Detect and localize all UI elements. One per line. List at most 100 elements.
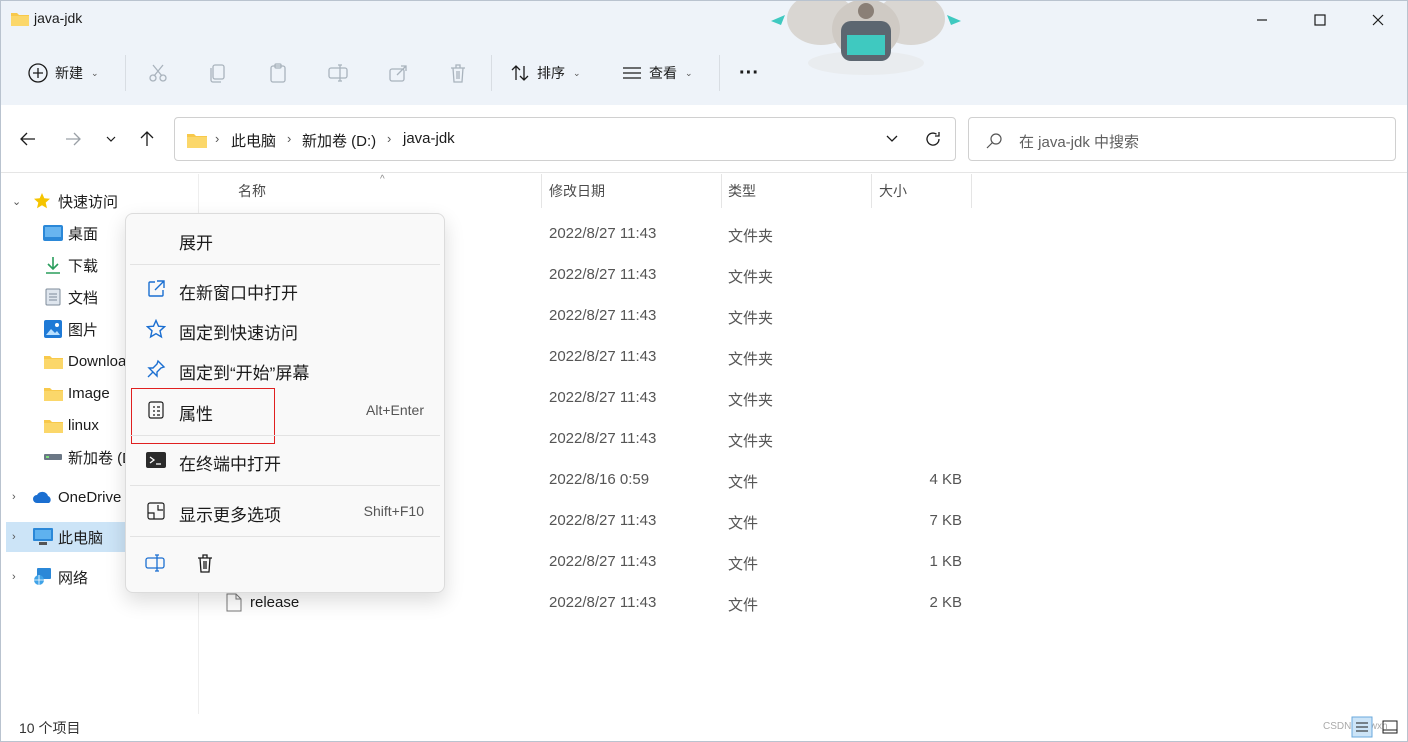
cell-type: 文件夹 bbox=[728, 351, 774, 368]
terminal-icon bbox=[146, 450, 166, 475]
maximize-button[interactable] bbox=[1291, 1, 1349, 39]
item-count: 10 个项目 bbox=[19, 720, 81, 736]
network-icon bbox=[33, 568, 53, 586]
computer-icon bbox=[33, 528, 53, 546]
tiles-view-icon bbox=[1382, 720, 1398, 734]
breadcrumb-java-jdk[interactable]: java-jdk bbox=[403, 130, 455, 147]
refresh-icon bbox=[926, 132, 940, 146]
forward-button[interactable] bbox=[61, 127, 85, 151]
more-label: ··· bbox=[739, 61, 759, 84]
breadcrumb-drive-d[interactable]: 新加卷 (D:) bbox=[302, 130, 376, 151]
sort-up-icon: ^ bbox=[380, 174, 385, 185]
sort-icon bbox=[509, 62, 531, 84]
details-view-icon bbox=[1351, 716, 1373, 738]
folder-icon bbox=[187, 132, 207, 151]
delete-button[interactable] bbox=[447, 49, 469, 97]
rename-icon bbox=[327, 62, 349, 84]
menu-item-pin-start[interactable]: 固定到“开始”屏幕 bbox=[130, 350, 440, 388]
cell-modified: 2022/8/27 11:43 bbox=[549, 225, 657, 242]
column-divider[interactable] bbox=[871, 174, 872, 208]
folder-icon bbox=[44, 386, 63, 401]
recent-locations-button[interactable] bbox=[99, 127, 123, 151]
column-header-name[interactable]: 名称 bbox=[238, 174, 266, 208]
top-bar: java-jdk 新建 ⌄ 排序 ⌄ 查看 ⌄ ··· bbox=[1, 1, 1407, 105]
cell-type: 文件 bbox=[728, 597, 759, 614]
sort-label: 排序 bbox=[537, 65, 565, 81]
pin-icon bbox=[146, 359, 166, 384]
chevron-down-icon: ⌄ bbox=[685, 67, 693, 78]
folder-icon bbox=[11, 11, 29, 26]
column-divider[interactable] bbox=[541, 174, 542, 208]
chevron-right-icon[interactable]: › bbox=[12, 571, 16, 583]
context-menu: 展开 在新窗口中打开 固定到快速访问 固定到“开始”屏幕 属性 Alt+Ente… bbox=[125, 213, 445, 593]
address-bar[interactable]: › 此电脑 › 新加卷 (D:) › java-jdk bbox=[174, 117, 956, 161]
new-button[interactable]: 新建 ⌄ bbox=[27, 49, 99, 97]
menu-separator bbox=[130, 264, 440, 265]
back-button[interactable] bbox=[16, 127, 40, 151]
star-outline-icon bbox=[145, 318, 167, 344]
cell-modified: 2022/8/27 11:43 bbox=[549, 553, 657, 570]
paste-button[interactable] bbox=[267, 49, 289, 97]
search-box[interactable]: 在 java-jdk 中搜索 bbox=[968, 117, 1396, 161]
column-header-size[interactable]: 大小 bbox=[879, 174, 907, 208]
more-options-shortcut: Shift+F10 bbox=[363, 503, 424, 519]
more-options-button[interactable]: ··· bbox=[739, 49, 759, 97]
refresh-button[interactable] bbox=[923, 129, 943, 152]
cell-modified: 2022/8/27 11:43 bbox=[549, 430, 657, 447]
view-button[interactable]: 查看 ⌄ bbox=[621, 49, 693, 97]
address-dropdown-button[interactable] bbox=[885, 131, 899, 148]
chevron-right-icon: › bbox=[215, 131, 220, 146]
menu-item-open-terminal[interactable]: 在终端中打开 bbox=[130, 441, 440, 479]
menu-item-expand[interactable]: 展开 bbox=[130, 220, 440, 258]
column-divider[interactable] bbox=[721, 174, 722, 208]
chevron-down-icon[interactable]: ⌄ bbox=[12, 195, 21, 208]
chevron-right-icon[interactable]: › bbox=[12, 491, 16, 503]
command-bar: 新建 ⌄ 排序 ⌄ 查看 ⌄ ··· bbox=[1, 49, 1407, 97]
sort-button[interactable]: 排序 ⌄ bbox=[509, 49, 581, 97]
close-button[interactable] bbox=[1349, 1, 1407, 39]
cell-modified: 2022/8/27 11:43 bbox=[549, 266, 657, 283]
details-view-button[interactable] bbox=[1351, 716, 1373, 738]
breadcrumb-this-pc[interactable]: 此电脑 bbox=[231, 130, 276, 151]
column-header-modified[interactable]: 修改日期 bbox=[549, 174, 605, 208]
column-header-type[interactable]: 类型 bbox=[728, 174, 756, 208]
column-divider[interactable] bbox=[971, 174, 972, 208]
delete-menu-button[interactable] bbox=[194, 552, 216, 577]
minimize-button[interactable] bbox=[1233, 1, 1291, 39]
title-bar: java-jdk bbox=[1, 1, 1407, 75]
sidebar-item-quick-access[interactable]: ⌄ 快速访问 bbox=[1, 186, 199, 216]
cell-type: 文件夹 bbox=[728, 392, 774, 409]
cloud-icon bbox=[32, 490, 54, 504]
tiles-view-button[interactable] bbox=[1379, 716, 1401, 738]
arrow-up-icon bbox=[140, 131, 154, 146]
menu-item-more-options[interactable]: 显示更多选项 Shift+F10 bbox=[130, 492, 440, 530]
chevron-down-icon bbox=[106, 136, 116, 142]
status-bar: 10 个项目 CSDN @Lwxh bbox=[1, 714, 1407, 741]
copy-icon bbox=[207, 62, 229, 84]
up-button[interactable] bbox=[135, 127, 159, 151]
rename-button[interactable] bbox=[327, 49, 349, 97]
menu-item-open-new-window[interactable]: 在新窗口中打开 bbox=[130, 270, 440, 308]
chevron-right-icon[interactable]: › bbox=[12, 531, 16, 543]
divider bbox=[491, 55, 492, 91]
copy-button[interactable] bbox=[207, 49, 229, 97]
star-icon bbox=[33, 192, 51, 210]
rename-menu-button[interactable] bbox=[144, 552, 166, 577]
cell-name: release bbox=[250, 594, 300, 611]
more-options-icon bbox=[146, 501, 166, 526]
cell-modified: 2022/8/27 11:43 bbox=[549, 512, 657, 529]
cell-type: 文件夹 bbox=[728, 269, 774, 286]
share-button[interactable] bbox=[387, 49, 409, 97]
cell-type: 文件 bbox=[728, 556, 759, 573]
cut-button[interactable] bbox=[147, 49, 169, 97]
rename-icon bbox=[145, 554, 165, 572]
file-icon bbox=[226, 593, 242, 616]
menu-item-pin-quick-access[interactable]: 固定到快速访问 bbox=[130, 310, 440, 348]
folder-icon bbox=[44, 354, 63, 369]
scissors-icon bbox=[147, 62, 169, 84]
search-icon bbox=[985, 132, 1003, 153]
arrow-left-icon bbox=[20, 132, 35, 146]
open-external-icon bbox=[146, 279, 166, 304]
view-label: 查看 bbox=[649, 65, 677, 81]
menu-separator bbox=[130, 536, 440, 537]
